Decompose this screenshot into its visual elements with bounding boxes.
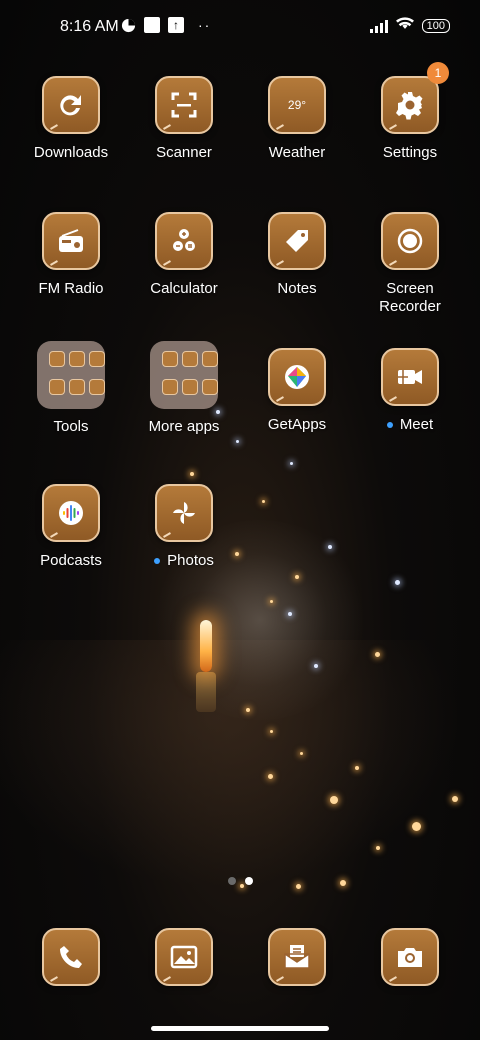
spark	[236, 440, 239, 443]
spark	[190, 472, 194, 476]
gallery-icon	[155, 928, 213, 986]
app-label: Calculator	[150, 280, 218, 297]
app-fm-radio[interactable]: FM Radio	[15, 212, 127, 298]
notification-icons: ↑ ··	[120, 17, 211, 33]
app-label: Screen Recorder	[379, 280, 441, 315]
spark	[270, 730, 273, 733]
notification-badge: 1	[427, 62, 449, 84]
dock-messages[interactable]	[241, 928, 353, 986]
app-meet[interactable]: Meet	[354, 348, 466, 434]
app-label: GetApps	[267, 416, 327, 433]
record-icon	[381, 212, 439, 270]
spark	[295, 575, 299, 579]
spark	[355, 766, 359, 770]
spark	[300, 752, 303, 755]
folder-more-apps[interactable]: More apps	[128, 341, 240, 436]
dock-camera[interactable]	[354, 928, 466, 986]
messages-icon	[268, 928, 326, 986]
page-dot-active[interactable]	[244, 877, 253, 885]
podcasts-icon	[42, 484, 100, 542]
camera-icon	[381, 928, 439, 986]
dock-phone[interactable]	[15, 928, 127, 986]
new-install-dot	[154, 558, 161, 565]
app-label: FM Radio	[38, 280, 104, 297]
spark	[376, 846, 380, 850]
app-label: Scanner	[156, 144, 212, 161]
upload-notification-icon: ↑	[168, 17, 184, 33]
app-label: Weather	[268, 144, 326, 161]
gear-icon: 1	[381, 62, 449, 134]
app-label: Settings	[382, 144, 438, 161]
refresh-icon	[42, 76, 100, 134]
status-time: 8:16 AM	[60, 18, 119, 35]
getapps-icon	[268, 348, 326, 406]
spark	[395, 580, 400, 585]
tag-icon	[268, 212, 326, 270]
folder-tools[interactable]: Tools	[15, 341, 127, 436]
spark	[246, 708, 250, 712]
app-label: Meet	[354, 416, 466, 434]
page-dot[interactable]	[227, 877, 236, 885]
calculator-icon	[155, 212, 213, 270]
spark	[314, 664, 318, 668]
new-install-dot	[386, 422, 393, 429]
app-downloads[interactable]: Downloads	[15, 76, 127, 162]
page-indicator	[0, 877, 480, 885]
app-getapps[interactable]: GetApps	[241, 348, 353, 434]
home-gesture-bar[interactable]	[151, 1026, 329, 1031]
app-label: Tools	[53, 418, 89, 435]
system-icons: 100	[369, 16, 450, 36]
app-notes[interactable]: Notes	[241, 212, 353, 298]
app-label: Photos	[128, 552, 240, 570]
spark	[452, 796, 458, 802]
app-label: Notes	[277, 280, 317, 297]
pinwheel-icon	[155, 484, 213, 542]
radio-icon	[42, 212, 100, 270]
spark	[328, 545, 332, 549]
status-bar: 8:16 AM ↑ ·· 100	[0, 0, 480, 56]
firework-flame	[200, 620, 212, 672]
app-label: Downloads	[33, 144, 109, 161]
spark	[330, 796, 338, 804]
battery-indicator: 100	[421, 19, 450, 33]
weather-icon: 29°	[268, 76, 326, 134]
folder-icon	[150, 341, 218, 409]
app-weather[interactable]: 29° Weather	[241, 76, 353, 162]
spark	[290, 462, 293, 465]
phone-icon	[42, 928, 100, 986]
notification-square-icon	[144, 17, 160, 33]
spark	[288, 612, 292, 616]
scan-frame-icon	[155, 76, 213, 134]
data-saver-icon	[120, 17, 136, 33]
video-camera-icon	[381, 348, 439, 406]
app-label: Podcasts	[40, 552, 102, 569]
app-label-text: Photos	[167, 552, 214, 569]
firework-fountain	[196, 672, 216, 712]
spark	[262, 500, 265, 503]
app-scanner[interactable]: Scanner	[128, 76, 240, 162]
app-settings[interactable]: 1 Settings	[354, 62, 466, 162]
spark	[412, 822, 421, 831]
weather-temperature: 29°	[287, 98, 307, 112]
spark	[268, 774, 273, 779]
folder-icon	[37, 341, 105, 409]
app-label-text: Meet	[399, 416, 434, 433]
spark	[375, 652, 380, 657]
app-podcasts[interactable]: Podcasts	[15, 484, 127, 570]
wifi-icon	[395, 16, 414, 36]
spark	[270, 600, 273, 603]
app-calculator[interactable]: Calculator	[128, 212, 240, 298]
app-label: More apps	[148, 418, 220, 435]
signal-icon	[369, 19, 388, 33]
app-photos[interactable]: Photos	[128, 484, 240, 570]
app-screen-recorder[interactable]: Screen Recorder	[354, 212, 466, 316]
more-notifications-icon: ··	[198, 17, 212, 33]
dock-gallery[interactable]	[128, 928, 240, 986]
